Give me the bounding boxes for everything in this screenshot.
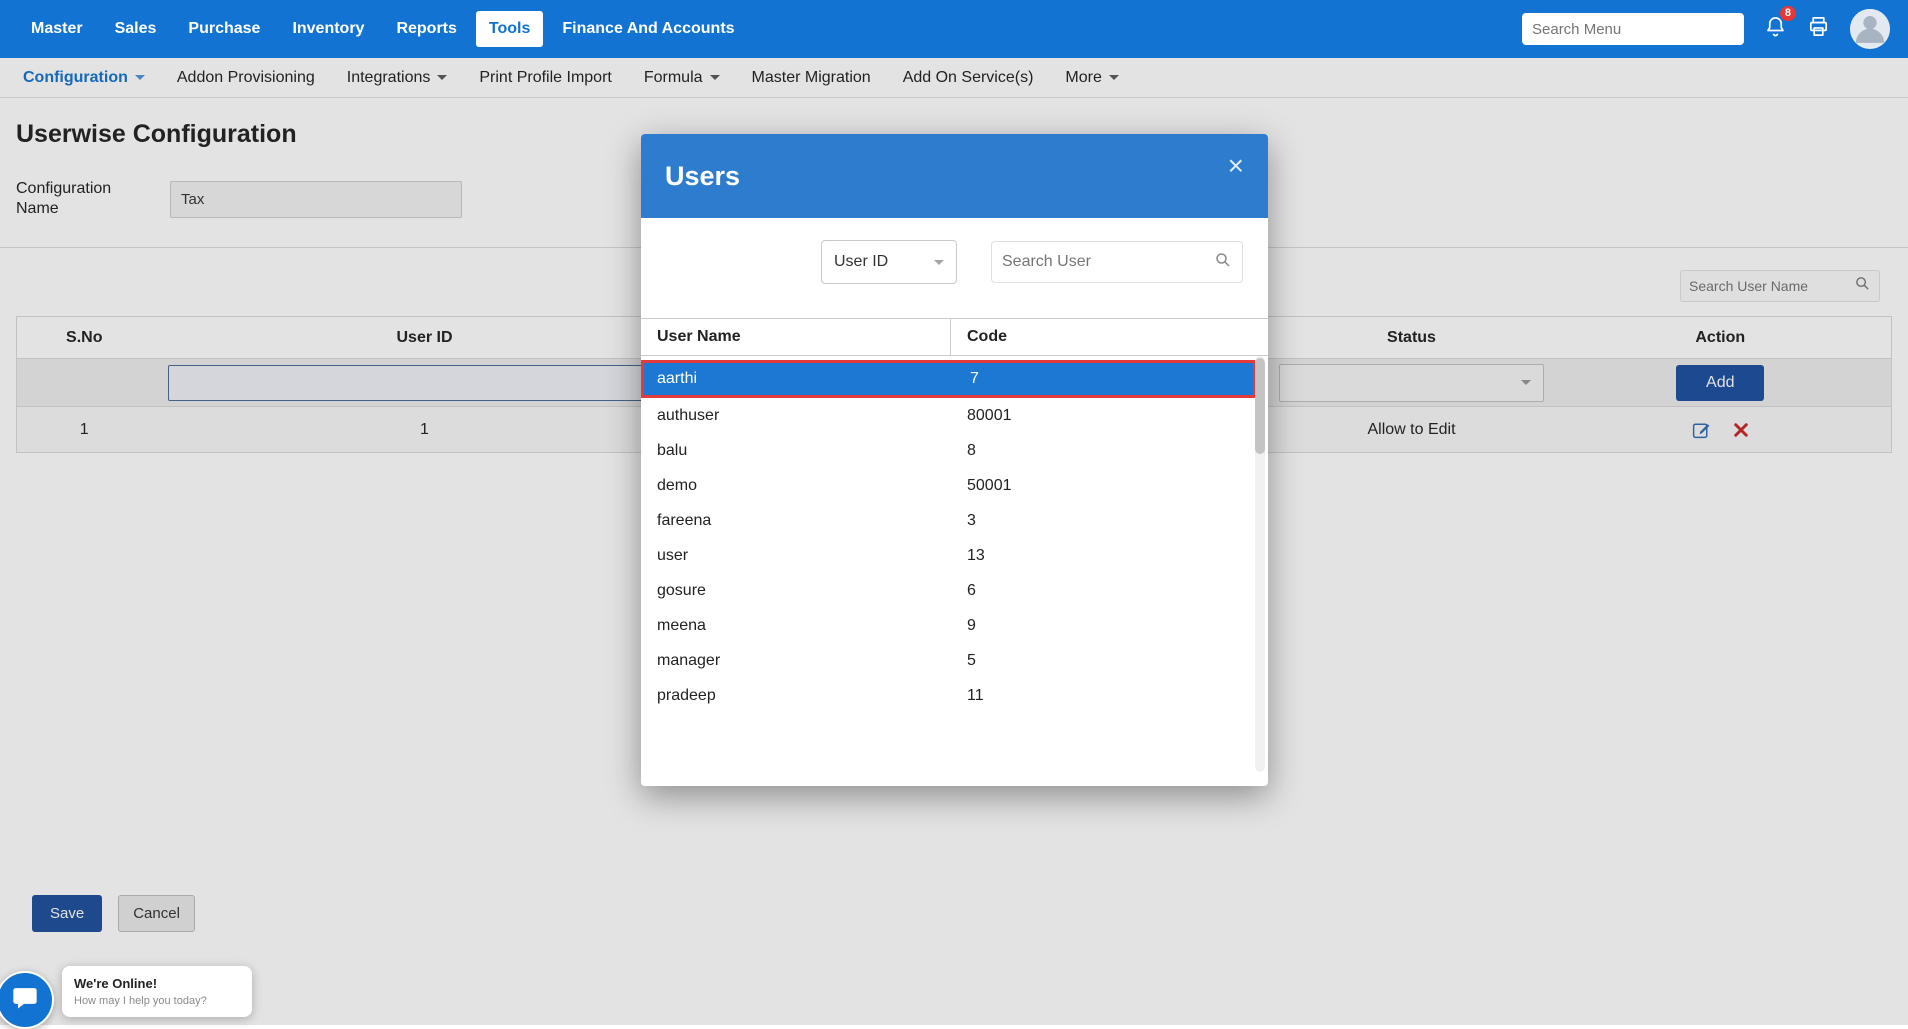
user-name: pradeep xyxy=(641,687,951,705)
topnav-right: 8 xyxy=(1522,9,1890,49)
notifications-button[interactable]: 8 xyxy=(1764,15,1787,43)
printer-icon xyxy=(1807,15,1830,43)
user-icon xyxy=(1850,9,1890,49)
chat-status-title: We're Online! xyxy=(74,976,240,991)
user-list-item[interactable]: meena 9 xyxy=(641,608,1252,643)
modal-header: Users × xyxy=(641,134,1268,218)
modal-search-box xyxy=(991,241,1243,283)
user-name: manager xyxy=(641,652,951,670)
modal-controls: User ID xyxy=(821,240,1268,284)
user-name: balu xyxy=(641,442,951,460)
notification-badge: 8 xyxy=(1780,6,1796,21)
user-list-item-selected[interactable]: aarthi 7 xyxy=(641,360,1256,398)
nav-item-finance-and-accounts[interactable]: Finance And Accounts xyxy=(549,11,747,47)
user-list-item[interactable]: manager 5 xyxy=(641,643,1252,678)
user-name: aarthi xyxy=(644,370,954,388)
nav-item-inventory[interactable]: Inventory xyxy=(279,11,377,47)
top-navbar: Master Sales Purchase Inventory Reports … xyxy=(0,0,1908,58)
modal-title: Users xyxy=(665,161,740,192)
user-code: 6 xyxy=(951,582,976,600)
users-list: aarthi 7 authuser 80001 balu 8 demo 5000… xyxy=(641,356,1268,784)
user-list-item[interactable]: demo 50001 xyxy=(641,468,1252,503)
avatar[interactable] xyxy=(1850,9,1890,49)
chat-bubble-icon xyxy=(11,984,39,1017)
modal-table-header: User Name Code xyxy=(641,318,1268,356)
user-code: 11 xyxy=(951,687,984,705)
user-name: fareena xyxy=(641,512,951,530)
user-list-item[interactable]: authuser 80001 xyxy=(641,398,1252,433)
user-code: 80001 xyxy=(951,407,1012,425)
user-list-item[interactable]: balu 8 xyxy=(641,433,1252,468)
user-list-item[interactable]: gosure 6 xyxy=(641,573,1252,608)
user-name: demo xyxy=(641,477,951,495)
column-header-user-name: User Name xyxy=(641,319,951,355)
user-name: gosure xyxy=(641,582,951,600)
search-icon[interactable] xyxy=(1214,251,1232,274)
search-user-input[interactable] xyxy=(1002,253,1214,271)
app-root: Master Sales Purchase Inventory Reports … xyxy=(0,0,1908,453)
search-menu-input[interactable] xyxy=(1522,13,1744,45)
users-modal: Users × User ID User Name Code aarthi 7 xyxy=(641,134,1268,786)
print-button[interactable] xyxy=(1807,15,1830,43)
chat-status-message: How may I help you today? xyxy=(74,995,240,1007)
nav-item-sales[interactable]: Sales xyxy=(102,11,170,47)
user-list-item[interactable]: user 13 xyxy=(641,538,1252,573)
close-icon[interactable]: × xyxy=(1228,152,1244,180)
chevron-down-icon xyxy=(934,260,944,265)
nav-item-master[interactable]: Master xyxy=(18,11,96,47)
user-code: 3 xyxy=(951,512,976,530)
user-code: 9 xyxy=(951,617,976,635)
user-code: 7 xyxy=(954,370,979,388)
nav-item-reports[interactable]: Reports xyxy=(383,11,469,47)
main-menu: Master Sales Purchase Inventory Reports … xyxy=(18,11,748,47)
scrollbar-thumb[interactable] xyxy=(1255,358,1265,454)
user-code: 5 xyxy=(951,652,976,670)
user-code: 13 xyxy=(951,547,985,565)
user-list-item[interactable]: pradeep 11 xyxy=(641,678,1252,713)
user-name: user xyxy=(641,547,951,565)
nav-item-purchase[interactable]: Purchase xyxy=(175,11,273,47)
filter-selected-value: User ID xyxy=(834,253,888,271)
chat-status-card[interactable]: We're Online! How may I help you today? xyxy=(62,966,252,1017)
user-list-item[interactable]: fareena 3 xyxy=(641,503,1252,538)
user-name: authuser xyxy=(641,407,951,425)
column-header-code: Code xyxy=(951,319,1007,355)
nav-item-tools[interactable]: Tools xyxy=(476,11,543,47)
user-code: 50001 xyxy=(951,477,1012,495)
user-name: meena xyxy=(641,617,951,635)
modal-scrollbar[interactable] xyxy=(1255,356,1265,772)
user-code: 8 xyxy=(951,442,976,460)
user-filter-dropdown[interactable]: User ID xyxy=(821,240,957,284)
